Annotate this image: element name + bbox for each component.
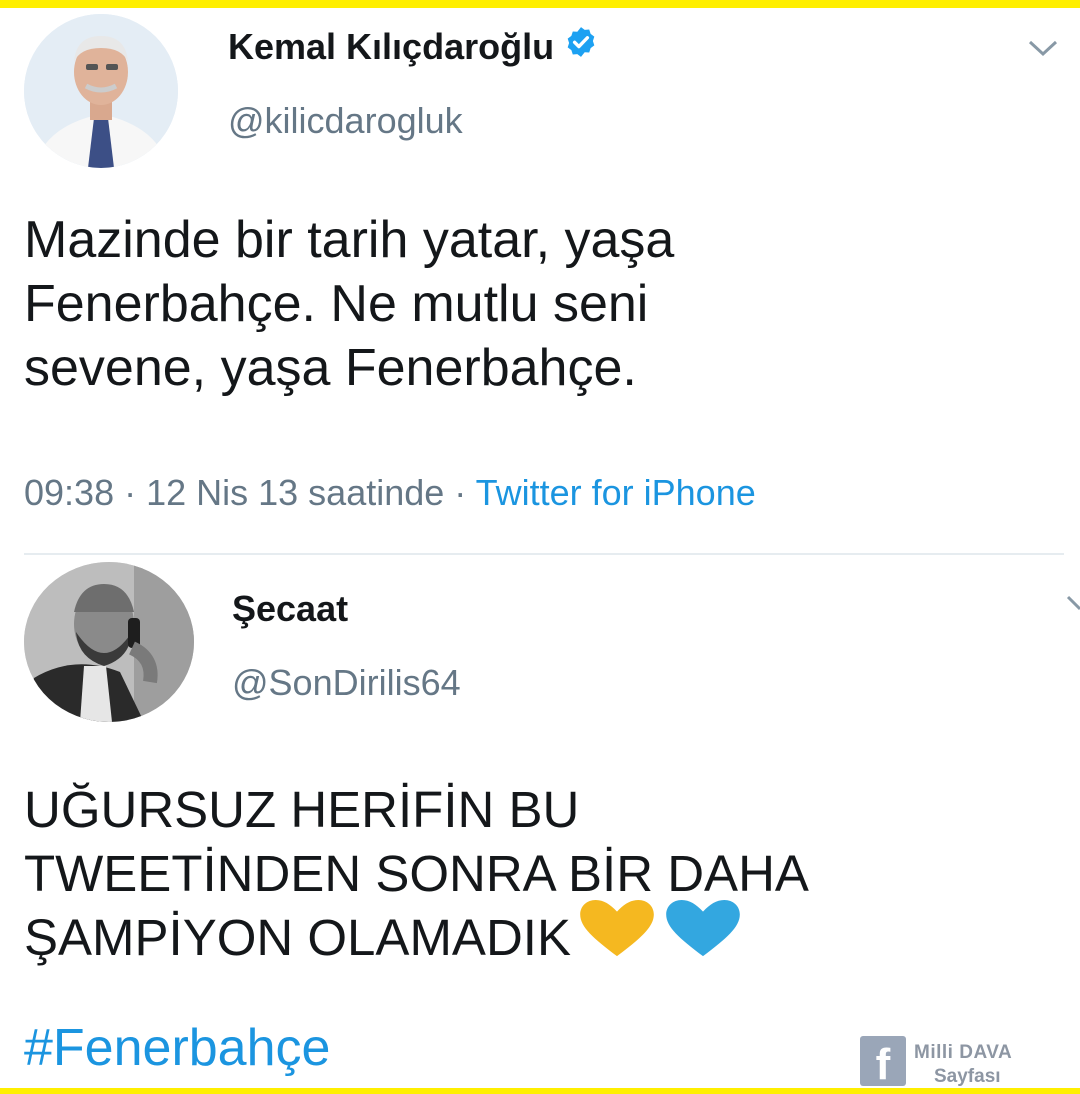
avatar[interactable]	[24, 562, 194, 722]
watermark-line2: Sayfası	[934, 1066, 1001, 1087]
user-name[interactable]: Şecaat	[232, 588, 348, 630]
verified-badge-icon	[564, 25, 598, 68]
divider	[24, 553, 1064, 555]
user-name-text[interactable]: Kemal Kılıçdaroğlu	[228, 26, 554, 67]
tweet-card[interactable]: Şecaat @SonDirilis64 UĞURSUZ HERİFİN BU …	[0, 556, 1080, 1088]
yellow-heart-icon	[577, 898, 657, 975]
tweet-card[interactable]: Kemal Kılıçdaroğlu @kilicdarogluk Mazind…	[0, 8, 1080, 555]
timestamp: 09:38 · 12 Nis 13 saatinde ·	[24, 472, 476, 513]
facebook-logo-icon: f	[860, 1036, 906, 1086]
chevron-down-icon[interactable]	[1027, 38, 1059, 63]
source-link[interactable]: Twitter for iPhone	[476, 472, 756, 513]
tweet-text: Mazinde bir tarih yatar, yaşa Fenerbahçe…	[24, 211, 675, 397]
watermark: f Milli DAVA Sayfası	[860, 1036, 1060, 1090]
blue-heart-icon	[663, 898, 743, 975]
avatar[interactable]	[24, 14, 178, 168]
hashtag-link[interactable]: #Fenerbahçe	[24, 1018, 330, 1078]
chevron-down-icon[interactable]	[1066, 593, 1080, 618]
tweet-meta: 09:38 · 12 Nis 13 saatinde · Twitter for…	[24, 472, 756, 514]
user-handle[interactable]: @SonDirilis64	[232, 662, 461, 704]
watermark-line1: Milli DAVA	[914, 1042, 1013, 1063]
tweet-text: UĞURSUZ HERİFİN BU TWEETİNDEN SONRA BİR …	[24, 778, 1074, 975]
user-name[interactable]: Kemal Kılıçdaroğlu	[228, 26, 598, 68]
user-handle[interactable]: @kilicdarogluk	[228, 100, 463, 142]
